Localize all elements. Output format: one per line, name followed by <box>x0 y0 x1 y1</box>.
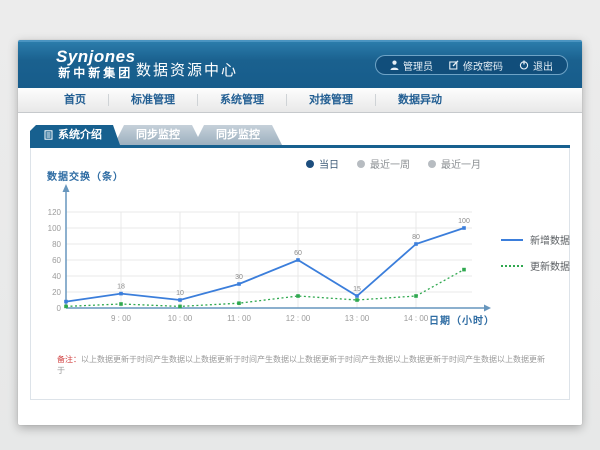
change-password-button[interactable]: 修改密码 <box>441 58 511 73</box>
svg-text:0: 0 <box>57 304 62 313</box>
svg-text:10 : 00: 10 : 00 <box>168 314 193 323</box>
admin-user-button[interactable]: 管理员 <box>382 58 441 73</box>
range-option-label: 当日 <box>319 156 339 171</box>
logout-label: 退出 <box>533 58 553 73</box>
svg-text:9 : 00: 9 : 00 <box>111 314 132 323</box>
svg-text:11 : 00: 11 : 00 <box>227 314 251 323</box>
nav-item-interface-mgmt[interactable]: 对接管理 <box>287 94 376 106</box>
footnote-text: 以上数据更新于时间产生数据以上数据更新于时间产生数据以上数据更新于时间产生数据以… <box>57 355 545 375</box>
admin-user-label: 管理员 <box>403 58 433 73</box>
svg-text:80: 80 <box>412 234 420 241</box>
chart-panel: 当日 最近一周 最近一月 数据交换（条） 0 20 40 60 80 100 120 9 : … <box>30 148 570 400</box>
x-axis-title: 日期（小时） <box>429 312 495 327</box>
logo-company-name: 新中新集团 <box>56 66 136 81</box>
tab-label: 同步监控 <box>136 125 180 145</box>
time-range-selector: 当日 最近一周 最近一月 <box>306 156 481 171</box>
range-option-last-month[interactable]: 最近一月 <box>428 156 481 171</box>
svg-text:40: 40 <box>52 272 61 281</box>
legend-label: 新增数据 <box>530 232 570 247</box>
svg-text:100: 100 <box>48 224 62 233</box>
svg-text:14 : 00: 14 : 00 <box>404 314 429 323</box>
document-icon <box>44 130 53 140</box>
solid-line-swatch-icon <box>501 239 523 241</box>
svg-text:18: 18 <box>117 284 125 291</box>
svg-text:10: 10 <box>176 290 184 297</box>
chart-legend: 新增数据 更新数据 <box>501 232 570 273</box>
svg-text:120: 120 <box>48 208 62 217</box>
svg-text:15: 15 <box>353 286 361 293</box>
tab-sync-monitor-2[interactable]: 同步监控 <box>194 125 282 145</box>
radio-unselected-icon <box>428 160 436 168</box>
main-nav: 首页 标准管理 系统管理 对接管理 数据异动 <box>18 88 582 113</box>
y-axis-title: 数据交换（条） <box>47 168 124 183</box>
tab-label: 系统介绍 <box>58 125 102 145</box>
line-chart: 0 20 40 60 80 100 120 9 : 00 10 : 00 11 : 00 12 : … <box>41 182 501 332</box>
app-header: Synjones 新中新集团 数据资源中心 管理员 修改密码 <box>18 40 582 88</box>
svg-text:60: 60 <box>52 256 61 265</box>
svg-text:20: 20 <box>52 288 61 297</box>
legend-label: 更新数据 <box>530 258 570 273</box>
svg-text:13 : 00: 13 : 00 <box>345 314 370 323</box>
tab-label: 同步监控 <box>216 125 260 145</box>
logo-brand-text: Synjones <box>56 48 136 66</box>
user-icon <box>390 60 399 70</box>
power-icon <box>519 60 529 70</box>
range-option-last-week[interactable]: 最近一周 <box>357 156 410 171</box>
dotted-line-swatch-icon <box>501 265 523 267</box>
nav-item-data-change[interactable]: 数据异动 <box>376 94 464 106</box>
nav-item-system-mgmt[interactable]: 系统管理 <box>198 94 287 106</box>
radio-selected-icon <box>306 160 314 168</box>
company-logo: Synjones 新中新集团 <box>56 48 136 81</box>
svg-text:30: 30 <box>235 274 243 281</box>
change-password-label: 修改密码 <box>463 58 503 73</box>
range-option-label: 最近一月 <box>441 156 481 171</box>
legend-item-new-data: 新增数据 <box>501 232 570 247</box>
footnote: 备注：以上数据更新于时间产生数据以上数据更新于时间产生数据以上数据更新于时间产生… <box>57 354 549 376</box>
app-window: Synjones 新中新集团 数据资源中心 管理员 修改密码 <box>18 40 582 425</box>
range-option-today[interactable]: 当日 <box>306 156 339 171</box>
user-menu: 管理员 修改密码 退出 <box>375 55 568 75</box>
svg-text:80: 80 <box>52 240 61 249</box>
tab-sync-monitor-1[interactable]: 同步监控 <box>114 125 202 145</box>
nav-item-standard-mgmt[interactable]: 标准管理 <box>109 94 198 106</box>
logout-button[interactable]: 退出 <box>511 58 561 73</box>
page-title: 数据资源中心 <box>136 59 238 80</box>
legend-item-updated-data: 更新数据 <box>501 258 570 273</box>
svg-text:12 : 00: 12 : 00 <box>286 314 311 323</box>
svg-text:60: 60 <box>294 250 302 257</box>
tab-bar: 系统介绍 同步监控 同步监控 <box>30 125 282 145</box>
tab-system-intro[interactable]: 系统介绍 <box>30 125 120 145</box>
nav-item-home[interactable]: 首页 <box>42 94 109 106</box>
footnote-label: 备注： <box>57 355 81 364</box>
edit-icon <box>449 60 459 70</box>
radio-unselected-icon <box>357 160 365 168</box>
svg-text:100: 100 <box>458 218 470 225</box>
range-option-label: 最近一周 <box>370 156 410 171</box>
